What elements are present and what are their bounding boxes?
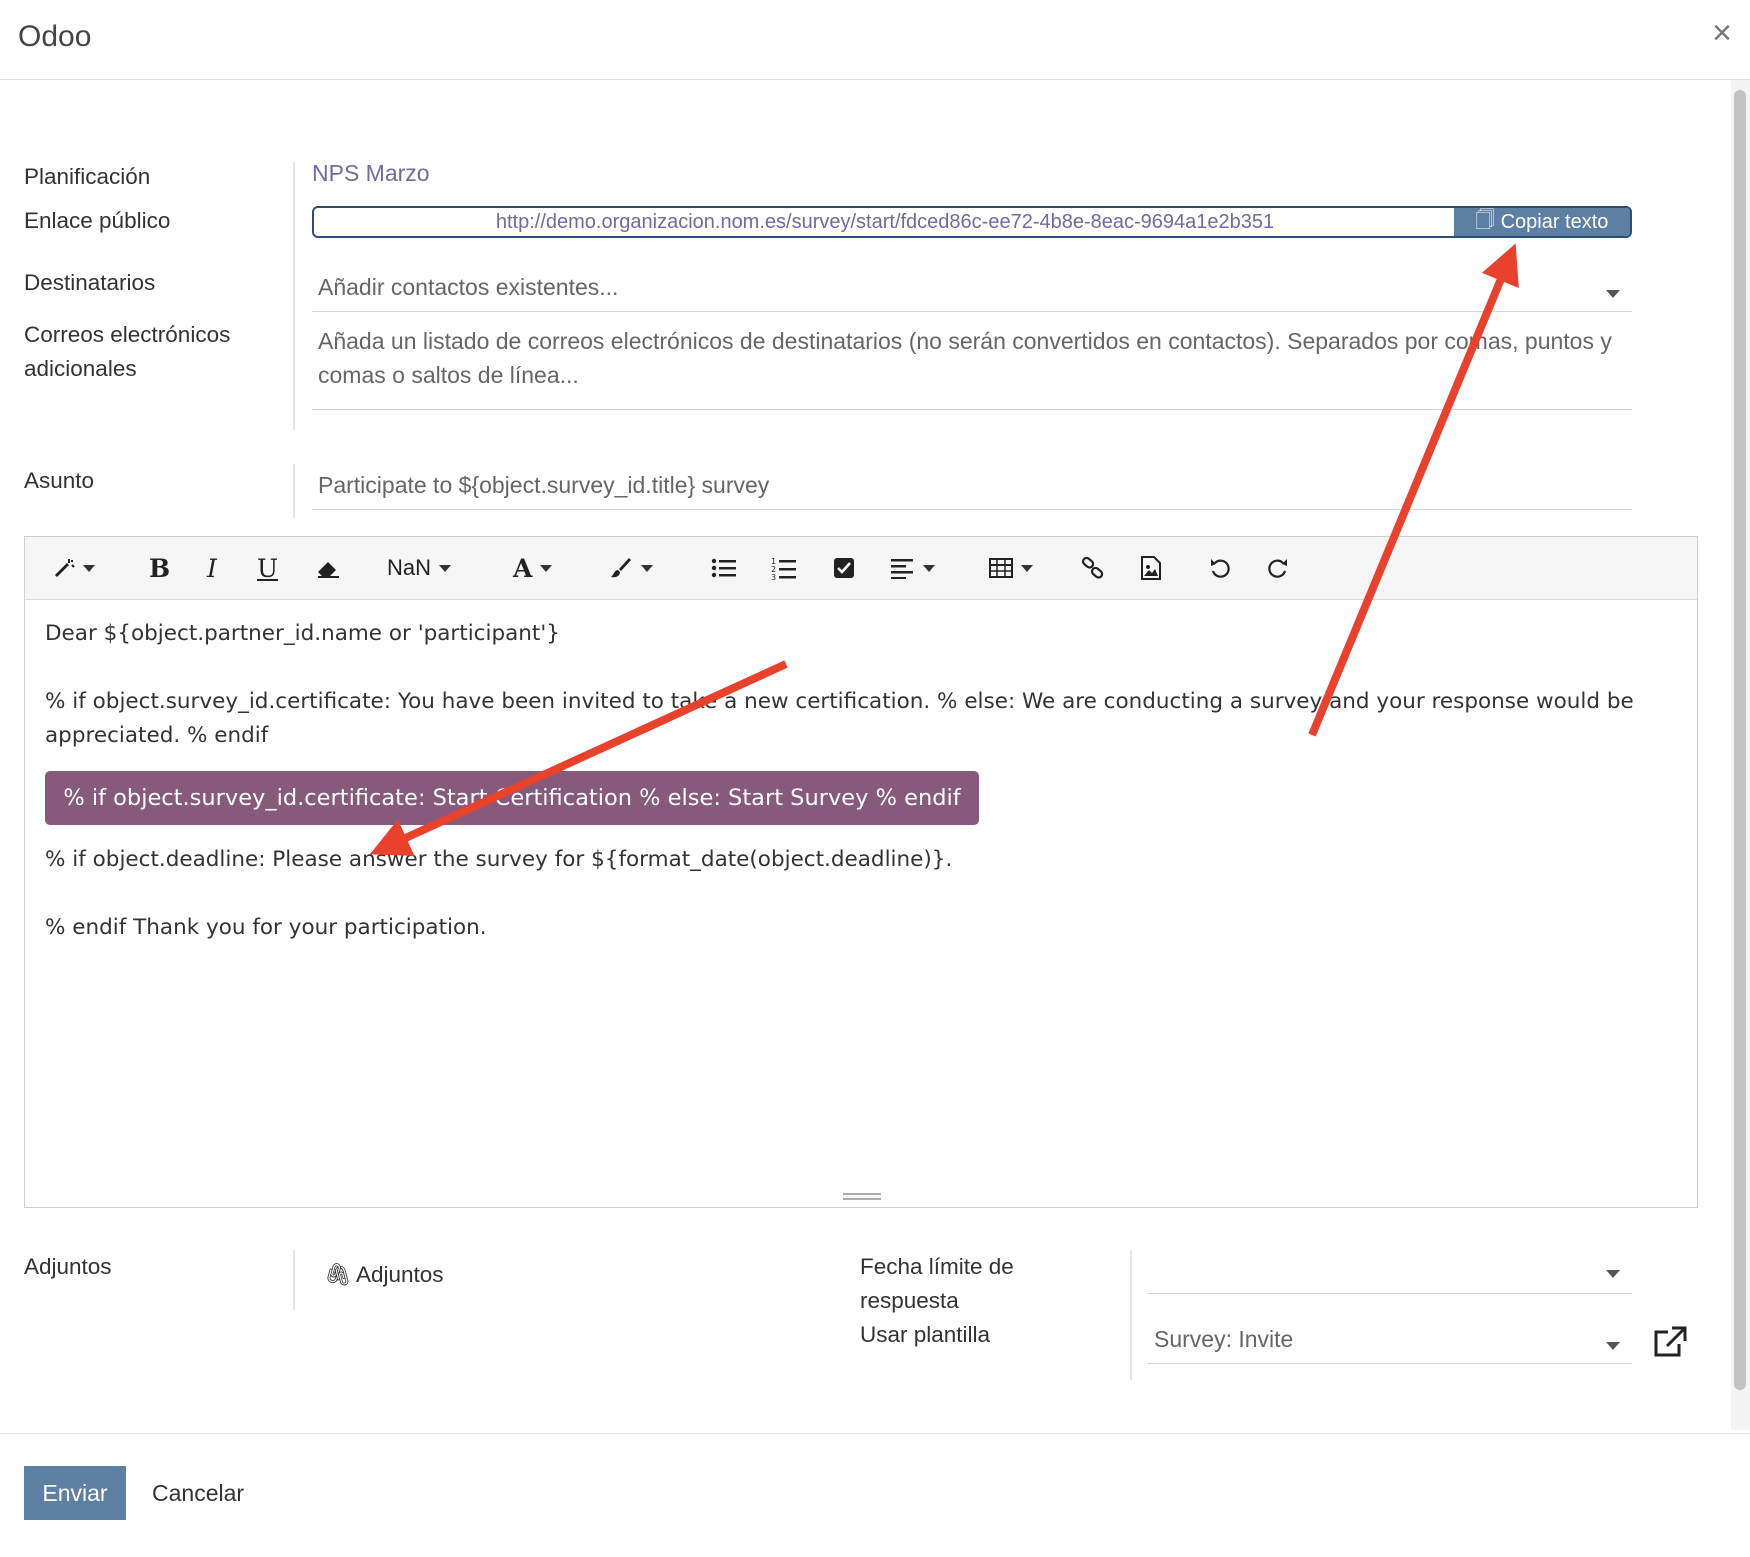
dialog-header: Odoo ×	[0, 0, 1750, 80]
copy-text-button[interactable]: 🗍 Copiar texto	[1454, 208, 1630, 236]
start-survey-button[interactable]: % if object.survey_id.certificate: Start…	[45, 771, 979, 825]
recipients-placeholder: Añadir contactos existentes...	[318, 274, 619, 300]
font-size-dropdown[interactable]: NaN	[387, 551, 452, 585]
body-editor[interactable]: B I U NaN A 123 Dear ${object.partner_id…	[24, 536, 1698, 1208]
brush-icon	[611, 558, 631, 578]
numbered-list-icon: 123	[771, 557, 796, 580]
copy-icon: 🗍	[1475, 210, 1495, 231]
body-line: % if object.deadline: Please answer the …	[45, 847, 953, 872]
dialog-title: Odoo	[18, 20, 92, 53]
image-button[interactable]	[1141, 551, 1161, 585]
additional-emails-textarea[interactable]: Añada un listado de correos electrónicos…	[312, 322, 1632, 410]
public-link-url[interactable]: http://demo.organizacion.nom.es/survey/s…	[314, 208, 1456, 236]
label-separator	[293, 464, 295, 518]
planning-label: Planificación	[24, 164, 151, 189]
link-button[interactable]	[1081, 551, 1105, 585]
eraser-icon	[318, 562, 339, 578]
subject-input[interactable]: Participate to ${object.survey_id.title}…	[312, 468, 1632, 510]
chevron-down-icon	[923, 564, 935, 572]
external-link-icon	[1654, 1326, 1687, 1357]
undo-icon	[1211, 559, 1230, 578]
scrollbar-thumb[interactable]	[1734, 90, 1746, 1390]
recipients-label: Destinatarios	[24, 270, 156, 295]
editor-content-lower[interactable]: % if object.deadline: Please answer the …	[45, 843, 1685, 945]
highlight-dropdown[interactable]	[609, 551, 653, 585]
attachments-button-label: Adjuntos	[355, 1262, 444, 1287]
checklist-icon	[834, 558, 854, 578]
label-separator	[293, 162, 295, 430]
public-link-label: Enlace público	[24, 208, 171, 233]
table-icon	[989, 558, 1013, 578]
bullet-list-button[interactable]	[711, 551, 737, 585]
body-line: Dear ${object.partner_id.name or 'partic…	[45, 621, 560, 646]
italic-button[interactable]: I	[207, 551, 217, 585]
font-color-dropdown[interactable]: A	[513, 551, 553, 585]
attachments-button[interactable]: 🖇 Adjuntos	[324, 1258, 444, 1292]
subject-label: Asunto	[24, 468, 95, 493]
resize-handle[interactable]	[843, 1193, 881, 1200]
chevron-down-icon	[439, 564, 452, 572]
body-line: % if object.survey_id.certificate: You h…	[45, 689, 1634, 748]
label-separator	[1130, 1250, 1132, 1380]
chevron-down-icon	[1021, 564, 1033, 572]
public-link-field[interactable]: http://demo.organizacion.nom.es/survey/s…	[312, 206, 1632, 238]
dialog-footer: Enviar Cancelar	[0, 1433, 1750, 1557]
redo-icon	[1268, 559, 1287, 578]
deadline-datepicker[interactable]	[1148, 1250, 1632, 1294]
external-link-button[interactable]	[1652, 1326, 1688, 1363]
label-separator	[293, 1250, 295, 1310]
subject-value: Participate to ${object.survey_id.title}…	[318, 472, 770, 498]
editor-toolbar: B I U NaN A 123	[25, 537, 1697, 600]
chevron-down-icon[interactable]	[1606, 1342, 1620, 1350]
template-label: Usar plantilla	[860, 1322, 991, 1347]
close-icon[interactable]: ×	[1712, 14, 1732, 53]
image-icon	[1141, 556, 1161, 580]
copy-text-label: Copiar texto	[1500, 210, 1609, 233]
magic-wand-icon	[54, 559, 75, 578]
attachments-label: Adjuntos	[24, 1254, 112, 1279]
magic-wand-button[interactable]	[53, 551, 95, 585]
chevron-down-icon	[83, 564, 95, 572]
underline-button[interactable]: U	[257, 551, 278, 585]
chevron-down-icon	[641, 564, 653, 572]
deadline-label: Fecha límite de respuesta	[860, 1254, 1014, 1313]
body-line: % endif Thank you for your participation…	[45, 915, 487, 940]
chevron-down-icon	[540, 564, 553, 572]
cancel-button[interactable]: Cancelar	[152, 1466, 244, 1520]
table-dropdown[interactable]	[989, 551, 1033, 585]
checklist-button[interactable]	[833, 551, 855, 585]
send-button[interactable]: Enviar	[24, 1466, 126, 1520]
link-icon	[1081, 556, 1104, 579]
svg-text:3: 3	[771, 573, 776, 580]
font-size-label: NaN	[387, 555, 432, 580]
bullet-list-icon	[711, 558, 736, 578]
chevron-down-icon[interactable]	[1606, 1270, 1620, 1278]
template-value: Survey: Invite	[1154, 1326, 1294, 1352]
recipients-dropdown[interactable]: Añadir contactos existentes...	[312, 270, 1632, 312]
template-dropdown[interactable]: Survey: Invite	[1148, 1322, 1632, 1364]
emails-label: Correos electrónicos adicionales	[24, 322, 231, 381]
paperclip-icon: 🖇	[324, 1262, 352, 1287]
align-icon	[891, 559, 913, 579]
font-color-label: A	[513, 553, 533, 583]
emails-placeholder: Añada un listado de correos electrónicos…	[318, 328, 1612, 388]
editor-content[interactable]: Dear ${object.partner_id.name or 'partic…	[45, 617, 1685, 753]
eraser-button[interactable]	[315, 551, 341, 585]
bold-button[interactable]: B	[149, 551, 170, 585]
undo-button[interactable]	[1209, 551, 1231, 585]
planning-link[interactable]: NPS Marzo	[312, 160, 430, 187]
scrollbar[interactable]	[1731, 80, 1750, 1430]
chevron-down-icon[interactable]	[1606, 290, 1620, 298]
redo-button[interactable]	[1267, 551, 1289, 585]
numbered-list-button[interactable]: 123	[771, 551, 797, 585]
align-dropdown[interactable]	[891, 551, 935, 585]
